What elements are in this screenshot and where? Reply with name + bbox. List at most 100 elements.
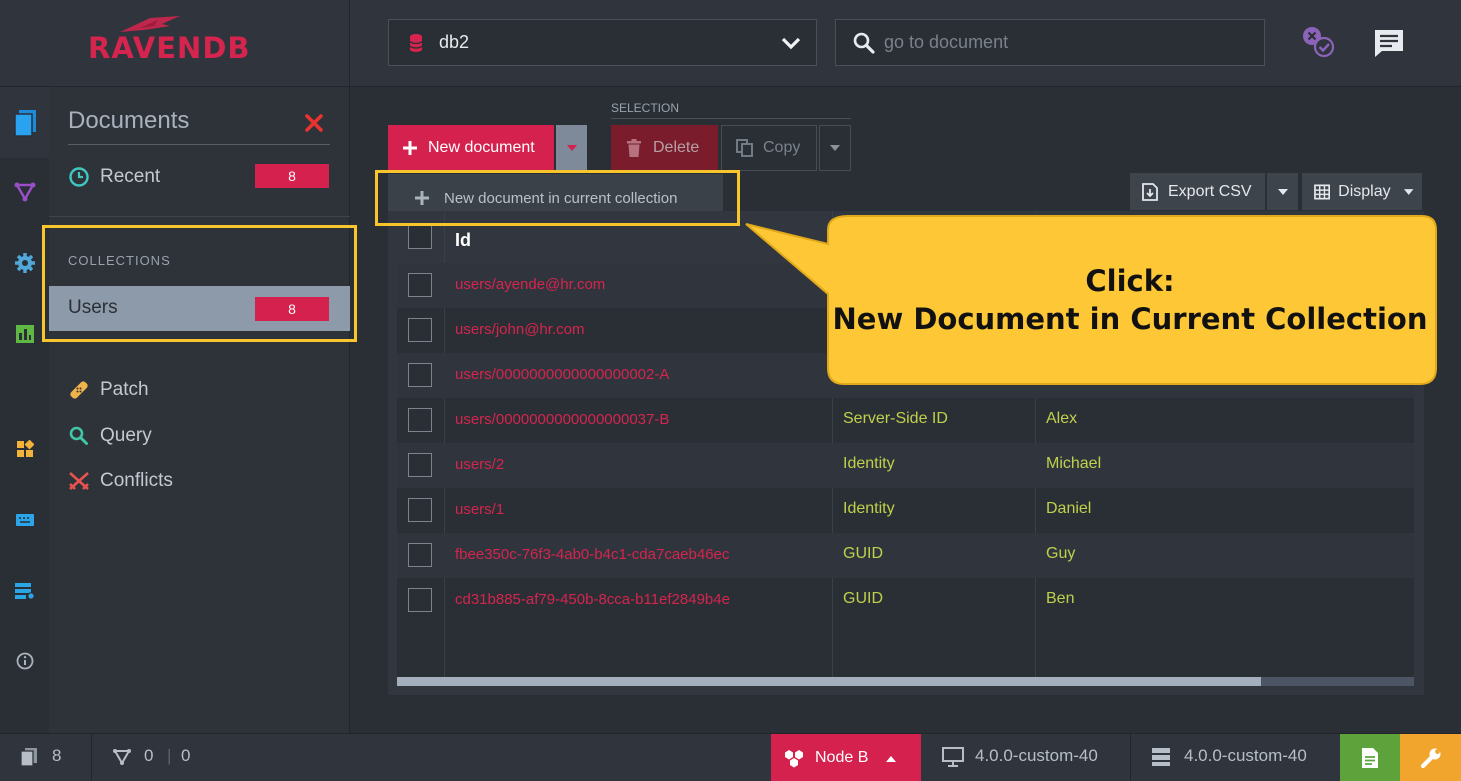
copy-dropdown-toggle[interactable] [819, 125, 851, 171]
documents-content: SELECTION New document Delete Copy New d… [350, 87, 1461, 733]
name-cell: Daniel [1046, 500, 1092, 517]
search-icon [853, 32, 875, 54]
rail-manage-server-button[interactable] [0, 429, 49, 469]
support-button[interactable] [1400, 734, 1461, 781]
caret-down-icon [830, 145, 840, 151]
collection-item-users[interactable]: Users 8 [49, 286, 350, 331]
plus-icon [403, 141, 417, 155]
table-icon [1314, 183, 1331, 200]
table-row[interactable]: users/1 Identity Daniel [397, 488, 1414, 533]
export-dropdown-toggle[interactable] [1267, 173, 1298, 210]
document-id-link[interactable]: users/ayende@hr.com [455, 276, 605, 293]
rail-documents-button[interactable] [0, 87, 49, 158]
logo-area[interactable]: RAVENDB [0, 0, 350, 87]
select-all-checkbox[interactable] [408, 225, 432, 249]
copy-icon [736, 139, 753, 157]
status-divider [1130, 734, 1131, 781]
document-id-link[interactable]: users/2 [455, 456, 504, 473]
license-file-icon [1362, 748, 1378, 768]
table-row[interactable]: users/0000000000000000037-B Server-Side … [397, 398, 1414, 443]
copy-label: Copy [763, 139, 801, 156]
logo-text: RAVENDB [88, 31, 251, 65]
document-id-link[interactable]: users/0000000000000000002-A [455, 366, 669, 383]
menu-item-query[interactable]: Query [68, 421, 152, 451]
menu-title-divider [68, 144, 330, 145]
id-type-cell: GUID [843, 590, 883, 607]
horizontal-scrollbar[interactable] [397, 677, 1414, 686]
close-icon[interactable] [302, 111, 326, 135]
info-icon [16, 652, 33, 670]
users-count-badge: 8 [255, 297, 329, 321]
menu-item-conflicts[interactable]: Conflicts [68, 466, 173, 496]
wrench-icon [1420, 748, 1440, 769]
document-id-link[interactable]: cd31b885-af79-450b-8cca-b11ef2849b4e [455, 591, 730, 608]
copy-button[interactable]: Copy [721, 125, 817, 171]
rail-about-button[interactable] [0, 641, 49, 681]
database-name: db2 [439, 32, 470, 52]
new-document-button[interactable]: New document [388, 125, 554, 171]
go-to-document-search[interactable] [835, 19, 1265, 66]
callout-line-1: Click: [1085, 264, 1175, 298]
new-document-dropdown-toggle[interactable] [556, 125, 587, 171]
table-row[interactable]: users/2 Identity Michael [397, 443, 1414, 488]
row-checkbox[interactable] [408, 498, 432, 522]
export-csv-button[interactable]: Export CSV [1130, 173, 1265, 210]
callout-text: Click: New Document in Current Collectio… [829, 262, 1431, 338]
display-columns-button[interactable]: Display [1302, 173, 1422, 210]
row-checkbox[interactable] [408, 588, 432, 612]
server-icon [1152, 748, 1170, 766]
scrollbar-thumb[interactable] [397, 677, 1261, 686]
chat-icon[interactable] [1372, 27, 1406, 59]
node-selector-button[interactable]: Node B [771, 734, 921, 781]
rail-server-settings-button[interactable] [0, 571, 49, 611]
row-checkbox[interactable] [408, 363, 432, 387]
document-id-link[interactable]: fbee350c-76f3-4ab0-b4c1-cda7caeb46ec [455, 546, 729, 563]
query-icon [69, 426, 88, 445]
caret-down-icon [566, 145, 577, 151]
selection-label: SELECTION [611, 101, 680, 115]
name-cell: Michael [1046, 455, 1102, 472]
search-input[interactable] [884, 20, 1254, 65]
indexes-icon [14, 182, 35, 202]
rail-stats-button[interactable] [0, 314, 49, 354]
patch-icon [70, 381, 88, 399]
display-label: Display [1338, 182, 1391, 200]
row-checkbox[interactable] [408, 408, 432, 432]
row-checkbox[interactable] [408, 453, 432, 477]
new-document-label: New document [428, 139, 535, 156]
table-row[interactable]: cd31b885-af79-450b-8cca-b11ef2849b4e GUI… [397, 578, 1414, 623]
cluster-node-icon [785, 750, 803, 768]
delete-button[interactable]: Delete [611, 125, 718, 171]
documents-menu: Documents Recent 8 COLLECTIONS Users 8 P… [49, 87, 350, 733]
row-checkbox[interactable] [408, 318, 432, 342]
rail-settings-button[interactable] [0, 243, 49, 283]
caret-down-icon [1403, 188, 1414, 195]
menu-item-recent[interactable]: Recent [68, 162, 160, 192]
column-header-id[interactable]: Id [455, 230, 471, 251]
selection-divider [611, 118, 851, 119]
callout-line-2: New Document in Current Collection [832, 302, 1428, 336]
menu-item-query-label: Query [100, 425, 152, 446]
row-checkbox[interactable] [408, 543, 432, 567]
rail-keyboard-button[interactable] [0, 500, 49, 540]
conflicts-icon [69, 472, 89, 490]
node-label: Node B [815, 749, 869, 766]
document-id-link[interactable]: users/1 [455, 501, 504, 518]
database-icon [409, 34, 423, 52]
license-button[interactable] [1340, 734, 1400, 781]
database-selector[interactable]: db2 [388, 19, 817, 66]
document-id-link[interactable]: users/0000000000000000037-B [455, 411, 669, 428]
server-settings-icon [14, 583, 35, 600]
rail-indexes-button[interactable] [0, 172, 49, 212]
documents-count-icon [20, 748, 37, 767]
status-divider [91, 734, 92, 781]
row-checkbox[interactable] [408, 273, 432, 297]
name-cell: Alex [1046, 410, 1078, 427]
menu-item-patch[interactable]: Patch [68, 375, 149, 405]
delete-label: Delete [653, 139, 700, 156]
status-bar: 8 0 | 0 Node B 4.0.0-custom-40 4.0.0-cus… [0, 733, 1461, 781]
name-cell: Guy [1046, 545, 1076, 562]
notification-status-icon[interactable] [1300, 25, 1338, 59]
document-id-link[interactable]: users/john@hr.com [455, 321, 584, 338]
table-row[interactable]: fbee350c-76f3-4ab0-b4c1-cda7caeb46ec GUI… [397, 533, 1414, 578]
